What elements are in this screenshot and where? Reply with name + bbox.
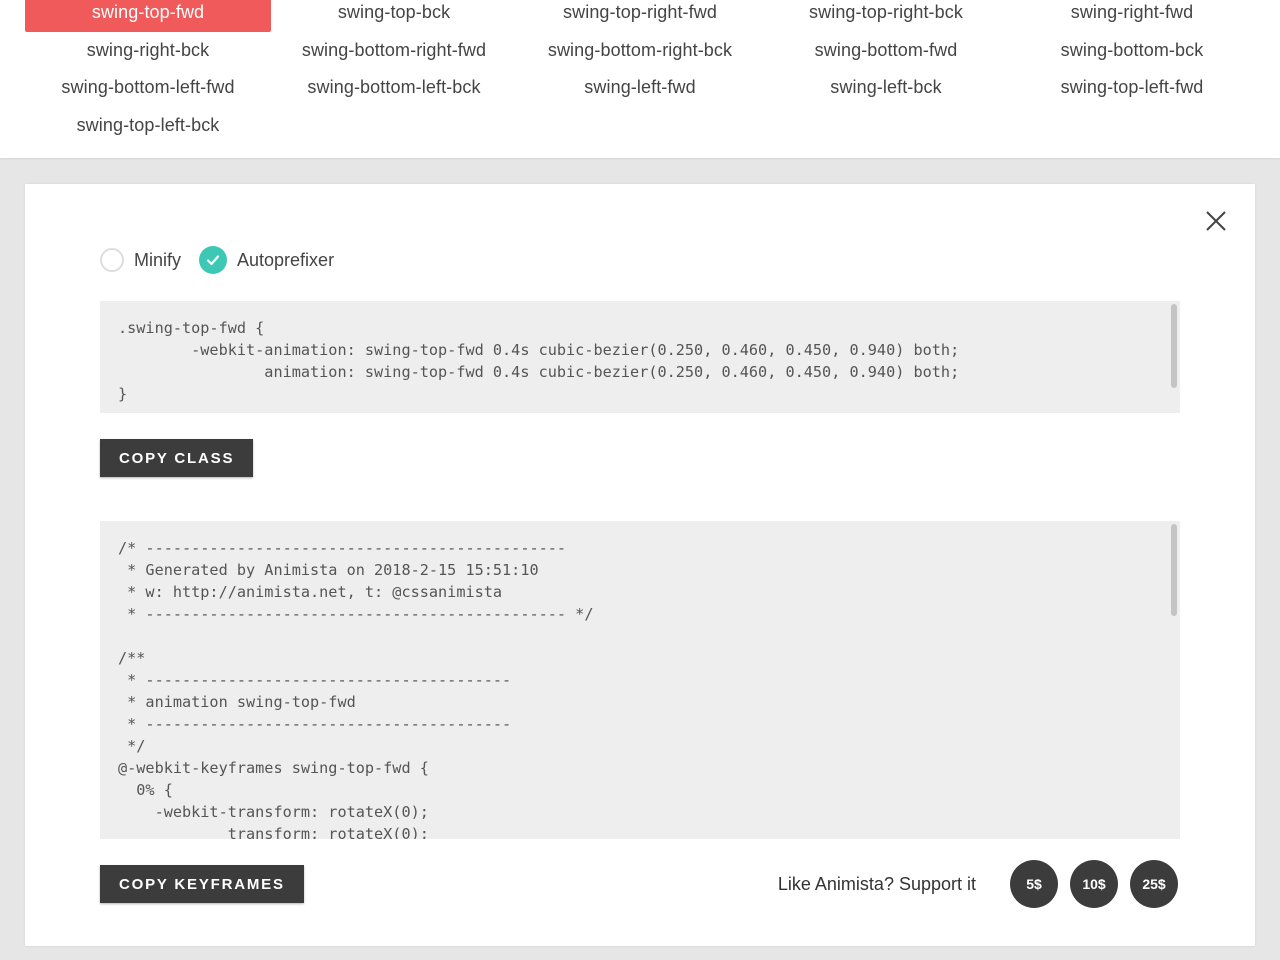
animation-item-swing-top-right-fwd[interactable]: swing-top-right-fwd: [517, 0, 763, 32]
animation-item-swing-right-fwd[interactable]: swing-right-fwd: [1009, 0, 1255, 32]
animation-list-panel: swing-top-fwd swing-top-bck swing-top-righ…: [0, 0, 1280, 158]
donate-5-button[interactable]: 5$: [1010, 860, 1058, 908]
animation-item-swing-top-right-bck[interactable]: swing-top-right-bck: [763, 0, 1009, 32]
code-modal: Minify Autoprefixer .swing-top-fwd { -we…: [25, 184, 1255, 946]
animation-item-swing-right-bck[interactable]: swing-right-bck: [25, 32, 271, 70]
keyframes-code-scrollbar[interactable]: [1171, 524, 1177, 616]
minify-option[interactable]: Minify: [100, 248, 181, 272]
animation-item-swing-bottom-right-fwd[interactable]: swing-bottom-right-fwd: [271, 32, 517, 70]
animation-item-swing-bottom-left-fwd[interactable]: swing-bottom-left-fwd: [25, 69, 271, 107]
unchecked-circle-icon[interactable]: [100, 248, 124, 272]
minify-label: Minify: [134, 249, 182, 270]
animation-item-swing-top-fwd[interactable]: swing-top-fwd: [25, 0, 271, 32]
animation-item-swing-bottom-left-bck[interactable]: swing-bottom-left-bck: [271, 69, 517, 107]
animation-item-swing-bottom-right-bck[interactable]: swing-bottom-right-bck: [517, 32, 763, 70]
class-code: .swing-top-fwd { -webkit-animation: swin…: [118, 319, 960, 403]
check-icon[interactable]: [199, 246, 228, 274]
animation-item-swing-bottom-fwd[interactable]: swing-bottom-fwd: [763, 32, 1009, 70]
keyframes-code-box[interactable]: /* -------------------------------------…: [100, 521, 1180, 839]
class-code-box[interactable]: .swing-top-fwd { -webkit-animation: swin…: [100, 301, 1180, 413]
support-section: Like Animista? Support it 5$ 10$ 25$: [778, 860, 1178, 908]
close-icon[interactable]: [1203, 208, 1229, 234]
autoprefixer-option[interactable]: Autoprefixer: [199, 246, 334, 274]
autoprefixer-label: Autoprefixer: [237, 249, 335, 270]
class-code-scrollbar[interactable]: [1171, 304, 1177, 388]
animation-grid: swing-top-fwd swing-top-bck swing-top-righ…: [25, 0, 1255, 144]
support-text: Like Animista? Support it: [777, 873, 976, 894]
donate-25-button[interactable]: 25$: [1130, 860, 1178, 908]
animation-item-swing-left-fwd[interactable]: swing-left-fwd: [517, 69, 763, 107]
animation-item-swing-top-bck[interactable]: swing-top-bck: [271, 0, 517, 32]
animation-item-swing-bottom-bck[interactable]: swing-bottom-bck: [1009, 32, 1255, 70]
donate-10-button[interactable]: 10$: [1070, 860, 1118, 908]
copy-keyframes-button[interactable]: COPY KEYFRAMES: [100, 865, 304, 903]
animation-item-swing-left-bck[interactable]: swing-left-bck: [763, 69, 1009, 107]
animation-item-swing-top-left-fwd[interactable]: swing-top-left-fwd: [1009, 69, 1255, 107]
animation-item-swing-top-left-bck[interactable]: swing-top-left-bck: [25, 107, 271, 145]
copy-class-button[interactable]: COPY CLASS: [100, 439, 254, 477]
options-row: Minify Autoprefixer: [100, 246, 352, 274]
keyframes-code: /* -------------------------------------…: [118, 539, 594, 839]
